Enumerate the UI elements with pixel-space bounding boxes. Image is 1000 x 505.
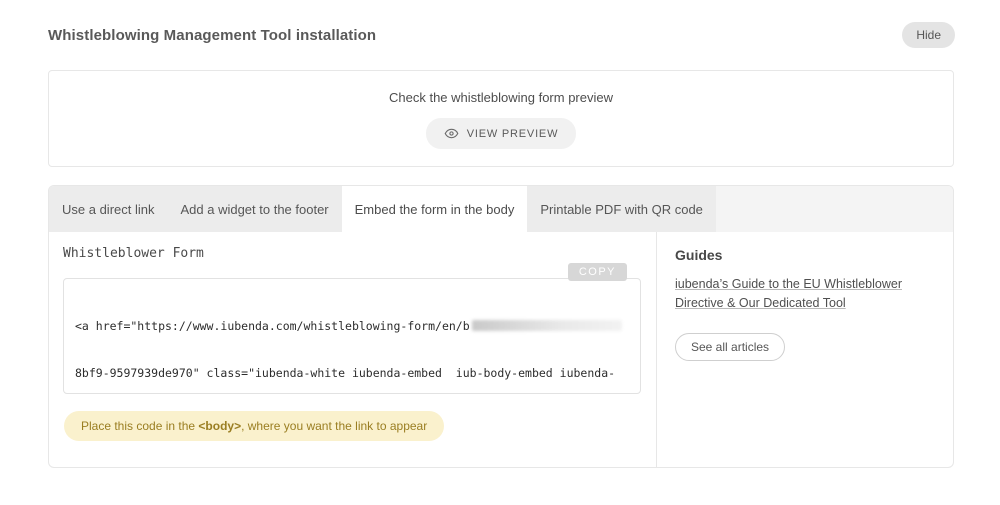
code-line: <a href="https://www.iubenda.com/whistle…	[75, 319, 629, 335]
code-line: 8bf9-9597939de970" class="iubenda-white …	[75, 366, 629, 382]
tab-add-widget-footer[interactable]: Add a widget to the footer	[167, 186, 341, 232]
tab-strip-filler	[716, 186, 953, 232]
guide-article-link[interactable]: iubenda’s Guide to the EU Whistleblower …	[675, 275, 920, 313]
tab-embed-form-body[interactable]: Embed the form in the body	[342, 186, 528, 232]
page-title: Whistleblowing Management Tool installat…	[48, 27, 376, 44]
embed-pane: Whistleblower Form COPY <a href="https:/…	[49, 232, 656, 468]
page-header: Whistleblowing Management Tool installat…	[48, 22, 955, 48]
embed-code-box[interactable]: <a href="https://www.iubenda.com/whistle…	[63, 278, 641, 394]
preview-panel: Check the whistleblowing form preview VI…	[48, 70, 954, 167]
eye-icon	[444, 126, 459, 141]
tab-use-direct-link[interactable]: Use a direct link	[49, 186, 167, 232]
guides-panel: Guides iubenda’s Guide to the EU Whistle…	[656, 232, 953, 468]
installation-card: Use a direct link Add a widget to the fo…	[48, 185, 954, 468]
hide-button[interactable]: Hide	[902, 22, 955, 48]
view-preview-label: VIEW PREVIEW	[467, 128, 559, 140]
body-tag-highlight: <body>	[198, 419, 241, 433]
guides-heading: Guides	[675, 247, 935, 263]
embed-code-title: Whistleblower Form	[63, 246, 642, 261]
tab-strip: Use a direct link Add a widget to the fo…	[49, 186, 953, 232]
preview-caption: Check the whistleblowing form preview	[389, 90, 613, 105]
redacted-url-segment	[472, 320, 622, 331]
tab-printable-pdf-qr[interactable]: Printable PDF with QR code	[527, 186, 716, 232]
see-all-articles-button[interactable]: See all articles	[675, 333, 785, 361]
placement-note: Place this code in the <body>, where you…	[64, 411, 444, 441]
view-preview-button[interactable]: VIEW PREVIEW	[426, 118, 577, 149]
copy-button[interactable]: COPY	[568, 263, 627, 281]
